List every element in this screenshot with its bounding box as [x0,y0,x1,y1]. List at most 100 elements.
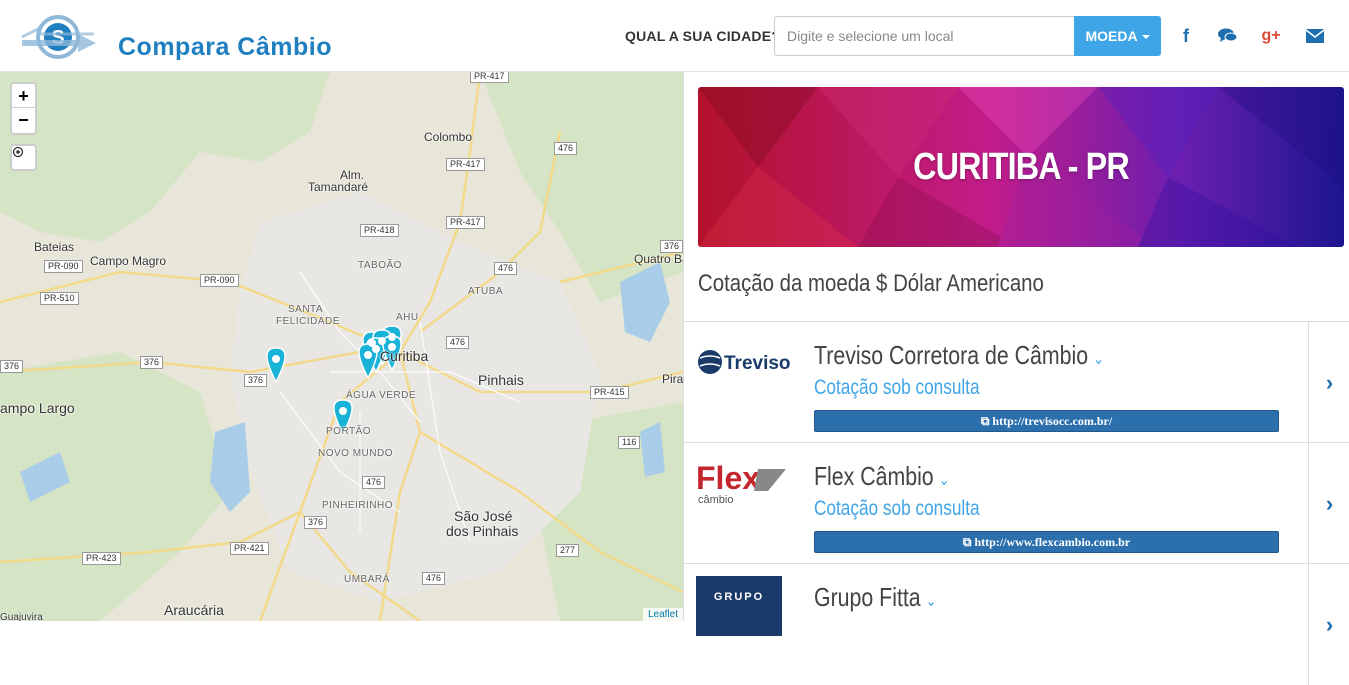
road-badge: 476 [554,142,578,155]
road-badge: PR-415 [590,386,629,399]
currency-dropdown-label: MOEDA [1085,28,1138,44]
road-badge: 476 [362,476,386,489]
map-label-campo-magro: Campo Magro [90,254,167,268]
chevron-right-icon[interactable]: › [1308,322,1349,443]
road-badge: PR-417 [446,158,485,171]
external-link-icon: ⧉ [980,414,993,428]
map-label-bateias: Bateias [34,240,75,254]
road-badge: PR-090 [200,274,239,287]
road-badge: 376 [140,356,164,369]
road-badge: 376 [304,516,328,529]
map-label-dos-pinhais: dos Pinhais [446,523,519,539]
map-label-agua-verde: ÁGUA VERDE [346,390,417,401]
google-plus-icon[interactable]: g+ [1259,24,1283,48]
exchange-quote: Cotação sob consulta [814,376,980,399]
map-label-araucaria: Araucária [164,602,224,618]
exchange-quote: Cotação sob consulta [814,497,980,520]
map-label-umbara: UMBARÁ [344,574,390,585]
map-label-tamandare: Tamandaré [308,180,369,194]
exchange-row[interactable]: Flex câmbio Flex Câmbio ⌄ Cotação sob con… [684,442,1349,564]
map-label-colombo: Colombo [424,130,473,144]
map-label-novo-mundo: NOVO MUNDO [318,448,393,459]
facebook-icon[interactable]: f [1174,24,1198,48]
external-link-icon: ⧉ [962,535,975,549]
exchange-logo: GRUPO [696,576,796,636]
road-badge: 476 [494,262,518,275]
map-label-taboao: TABOÃO [358,260,402,271]
header: S Compara Câmbio QUAL A SUA CIDADE? MOED… [0,0,1349,72]
road-badge: 376 [244,374,268,387]
map-label-guajuvira: Guajuvira [0,612,43,621]
road-badge: PR-421 [230,542,269,555]
map[interactable]: Colombo Alm. Tamandaré Bateias Campo Mag… [0,72,683,621]
city-search-input[interactable] [774,16,1074,56]
exchange-logo-text: Treviso [724,353,791,374]
map-label-ahu: AHU [396,312,419,323]
exchange-name-text: Treviso Corretora de Câmbio [814,340,1089,370]
city-banner: CURITIBA - PR [698,87,1344,247]
exchange-name[interactable]: Treviso Corretora de Câmbio ⌄ [814,340,1104,371]
road-badge: PR-418 [360,224,399,237]
logo-icon: S [21,15,96,59]
map-label-felicidade: FELICIDADE [276,316,340,327]
map-label-quatro-barras: Quatro Bar [634,252,683,266]
road-badge: 476 [446,336,470,349]
map-canvas [0,72,683,621]
exchange-list: Treviso Treviso Corretora de Câmbio ⌄ Cot… [684,321,1349,685]
chevron-right-icon[interactable]: › [1308,564,1349,685]
exchange-website-url: http://trevisocc.com.br/ [992,414,1113,428]
road-badge: 376 [0,360,24,373]
site-logo[interactable]: S Compara Câmbio [20,10,360,64]
map-label-pinhais: Pinhais [478,372,524,388]
locate-icon [12,146,24,158]
logo-text: Compara Câmbio [118,33,332,61]
exchange-logo-text: Flex [696,460,760,496]
exchange-logo: Treviso [696,334,796,394]
currency-quote-title: Cotação da moeda $ Dólar Americano [698,270,1044,297]
exchange-logo-subtext: câmbio [698,494,733,506]
zoom-in-button[interactable]: + [12,84,35,108]
exchange-logo: Flex câmbio [696,455,796,515]
city-label: QUAL A SUA CIDADE? [625,28,781,44]
results-panel: CURITIBA - PR Cotação da moeda $ Dólar A… [683,72,1349,685]
exchange-name-text: Grupo Fitta [814,582,921,612]
zoom-control: + − [10,82,37,135]
road-badge: 376 [660,240,683,253]
map-label-sao-jose: São José [454,508,513,524]
chat-icon[interactable] [1216,24,1240,48]
map-label-curitiba: Curitiba [380,348,429,364]
locate-button[interactable] [10,144,37,171]
zoom-out-button[interactable]: − [12,108,35,132]
exchange-name[interactable]: Grupo Fitta ⌄ [814,582,937,613]
city-title: CURITIBA - PR [913,145,1129,188]
exchange-website-button[interactable]: ⧉ http://www.flexcambio.com.br [814,531,1279,553]
exchange-name-text: Flex Câmbio [814,461,934,491]
road-badge: 116 [618,436,641,449]
caret-down-icon [1141,35,1150,40]
exchange-website-button[interactable]: ⧉ http://trevisocc.com.br/ [814,410,1279,432]
chevron-down-icon[interactable]: ⌄ [1093,351,1104,368]
chevron-right-icon[interactable]: › [1308,443,1349,564]
mail-icon[interactable] [1303,24,1327,48]
road-badge: PR-417 [470,72,509,83]
map-label-campo-largo: ampo Largo [0,400,75,416]
chevron-down-icon[interactable]: ⌄ [939,472,950,489]
road-badge: PR-417 [446,216,485,229]
map-label-portao: PORTÃO [326,426,372,437]
map-attribution[interactable]: Leaflet [642,608,683,621]
road-badge: 277 [556,544,580,557]
map-label-pinheirinho: PINHEIRINHO [322,500,394,511]
exchange-row[interactable]: Treviso Treviso Corretora de Câmbio ⌄ Cot… [684,321,1349,443]
road-badge: PR-423 [82,552,121,565]
map-label-santa: SANTA [288,304,324,315]
exchange-row[interactable]: GRUPO Grupo Fitta ⌄ › [684,563,1349,685]
road-badge: PR-090 [44,260,83,273]
exchange-logo-text: GRUPO [714,591,764,603]
chevron-down-icon[interactable]: ⌄ [926,593,937,610]
road-badge: 476 [422,572,446,585]
map-label-piraquara: Pira [662,372,683,386]
road-badge: PR-510 [40,292,79,305]
exchange-website-url: http://www.flexcambio.com.br [974,535,1131,549]
exchange-name[interactable]: Flex Câmbio ⌄ [814,461,950,492]
currency-dropdown-button[interactable]: MOEDA [1074,16,1161,56]
